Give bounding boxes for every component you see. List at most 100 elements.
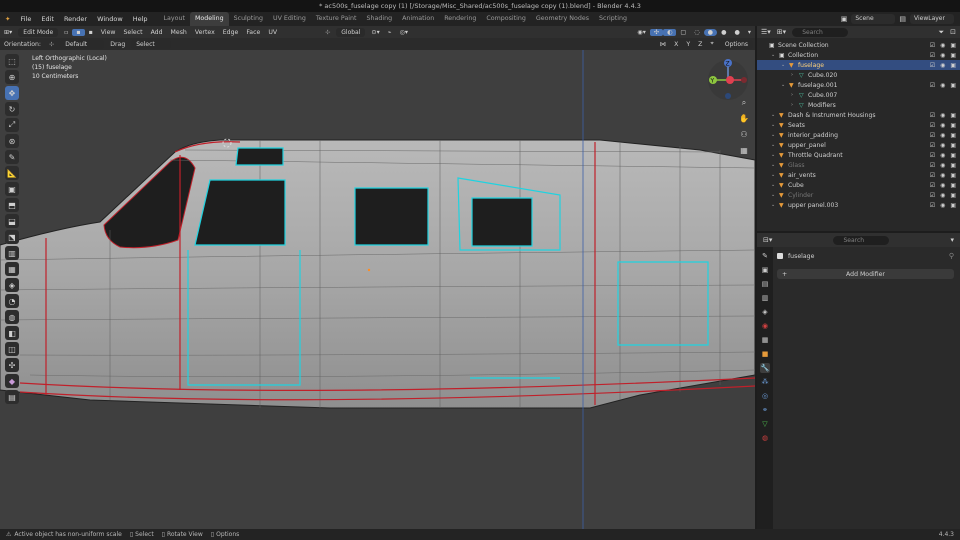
menu-file[interactable]: File [15,12,36,26]
outliner-row[interactable]: ⌄ ▼ fuselage.001 ☑ ◉ ▣ [757,80,960,90]
exclude-checkbox-icon[interactable]: ☑ [930,112,935,119]
outliner-row[interactable]: ⌄ ▼ Cylinder ☑ ◉ ▣ [757,190,960,200]
vertex-select-icon[interactable]: ▫ [60,29,72,36]
eye-icon[interactable]: ◉ [940,172,945,179]
material-tab-icon[interactable]: ◍ [760,433,770,443]
disclosure-arrow-icon[interactable]: ⌄ [771,52,779,58]
fuselage-mesh[interactable] [0,50,755,529]
mirror-icon[interactable]: ⋈ [656,41,670,48]
drag-selector[interactable]: Select Box [131,39,172,57]
disclosure-arrow-icon[interactable]: ⌄ [771,142,779,148]
proportional-edit-icon[interactable]: ◎▾ [395,29,412,36]
properties-options-icon[interactable]: ▾ [950,236,954,244]
rotate-tool-icon[interactable]: ↻ [5,102,19,116]
shading-options-icon[interactable]: ▾ [744,29,755,36]
wireframe-shading-icon[interactable]: ◌ [690,29,703,36]
rip-tool-icon[interactable]: ◆ [5,374,19,388]
tab-shading[interactable]: Shading [362,12,398,26]
menu-edit[interactable]: Edit [36,12,59,26]
pan-hand-icon[interactable]: ✋ [738,113,750,125]
menu-edge[interactable]: Edge [219,29,243,36]
tab-compositing[interactable]: Compositing [481,12,530,26]
menu-render[interactable]: Render [59,12,92,26]
camera-icon[interactable]: ▣ [950,152,956,159]
outliner-editor-icon[interactable]: ☰▾ [761,28,771,36]
exclude-checkbox-icon[interactable]: ☑ [930,42,935,49]
outliner-row[interactable]: ⌄ ▼ Dash & Instrument Housings ☑ ◉ ▣ [757,110,960,120]
outliner-row[interactable]: › ▽ Cube.007 [757,90,960,100]
data-tab-icon[interactable]: ▽ [760,419,770,429]
eye-icon[interactable]: ◉ [940,152,945,159]
camera-icon[interactable]: ▣ [950,52,956,59]
annotate-tool-icon[interactable]: ✎ [5,150,19,164]
camera-view-icon[interactable]: ⚇ [738,129,750,141]
menu-window[interactable]: Window [92,12,128,26]
outliner-search-input[interactable]: Search [792,27,849,37]
tab-uv-editing[interactable]: UV Editing [268,12,311,26]
disclosure-arrow-icon[interactable]: ⌄ [771,122,779,128]
orientation-selector[interactable]: Default [60,39,105,49]
camera-icon[interactable]: ▣ [950,82,956,89]
outliner-row[interactable]: ⌄ ▼ fuselage ☑ ◉ ▣ [757,60,960,70]
eye-icon[interactable]: ◉ [940,142,945,149]
pin-icon[interactable]: ⌖ [706,40,717,48]
exclude-checkbox-icon[interactable]: ☑ [930,52,935,59]
axis-z-toggle[interactable]: Z [694,41,706,48]
pin-properties-icon[interactable]: ⚲ [949,252,954,260]
menu-mesh[interactable]: Mesh [167,29,191,36]
exclude-checkbox-icon[interactable]: ☑ [930,202,935,209]
eye-icon[interactable]: ◉ [940,192,945,199]
inset-tool-icon[interactable]: ⬓ [5,214,19,228]
blender-logo-icon[interactable]: ✦ [0,12,15,26]
disclosure-arrow-icon[interactable]: ⌄ [771,152,779,158]
material-shading-icon[interactable]: ● [717,29,730,36]
exclude-checkbox-icon[interactable]: ☑ [930,82,935,89]
display-mode-icon[interactable]: ⊞▾ [777,28,786,36]
physics-tab-icon[interactable]: ◎ [760,391,770,401]
tab-scripting[interactable]: Scripting [594,12,632,26]
eye-icon[interactable]: ◉ [940,182,945,189]
smooth-tool-icon[interactable]: ◍ [5,310,19,324]
disclosure-arrow-icon[interactable]: ⌄ [771,172,779,178]
camera-icon[interactable]: ▣ [950,182,956,189]
pivot-icon[interactable]: ⊙▾ [367,29,383,36]
annotate-line-tool-icon[interactable]: ▤ [5,390,19,404]
exclude-checkbox-icon[interactable]: ☑ [930,172,935,179]
outliner-row[interactable]: ⌄ ▼ air_vents ☑ ◉ ▣ [757,170,960,180]
camera-icon[interactable]: ▣ [950,132,956,139]
properties-editor-icon[interactable]: ⊟▾ [763,236,772,244]
edge-slide-tool-icon[interactable]: ◧ [5,326,19,340]
eye-icon[interactable]: ◉ [940,162,945,169]
eye-icon[interactable]: ◉ [940,202,945,209]
mode-selector[interactable]: Edit Mode [18,27,59,37]
disclosure-arrow-icon[interactable]: › [791,92,799,98]
face-select-icon[interactable]: ▪ [85,29,97,36]
disclosure-arrow-icon[interactable]: › [791,72,799,78]
camera-icon[interactable]: ▣ [950,42,956,49]
outliner-row[interactable]: ⌄ ▼ Throttle Quadrant ☑ ◉ ▣ [757,150,960,160]
world-tab-icon[interactable]: ◉ [760,321,770,331]
disclosure-arrow-icon[interactable]: ⌄ [771,162,779,168]
camera-icon[interactable]: ▣ [950,112,956,119]
shear-tool-icon[interactable]: ✣ [5,358,19,372]
filter-icon[interactable]: ⏷ [939,28,945,37]
disclosure-arrow-icon[interactable]: ⌄ [771,182,779,188]
cursor-tool-icon[interactable]: ⊕ [5,70,19,84]
editor-type-icon[interactable]: ⊞▾ [0,29,16,36]
menu-select[interactable]: Select [119,29,146,36]
knife-tool-icon[interactable]: ▦ [5,262,19,276]
poly-build-tool-icon[interactable]: ◈ [5,278,19,292]
camera-icon[interactable]: ▣ [950,142,956,149]
extrude-tool-icon[interactable]: ⬒ [5,198,19,212]
solid-shading-icon[interactable]: ● [703,28,718,36]
menu-vertex[interactable]: Vertex [191,29,219,36]
view-layer-tab-icon[interactable]: ▥ [760,293,770,303]
options-dropdown[interactable]: Options [719,39,753,49]
measure-tool-icon[interactable]: 📐 [5,166,19,180]
scale-tool-icon[interactable]: ⤢ [5,118,19,132]
scene-selector[interactable]: Scene [851,14,896,24]
exclude-checkbox-icon[interactable]: ☑ [930,62,935,69]
menu-help[interactable]: Help [128,12,153,26]
disclosure-arrow-icon[interactable]: ⌄ [771,192,779,198]
snap-icon[interactable]: ⌁ [384,29,396,36]
